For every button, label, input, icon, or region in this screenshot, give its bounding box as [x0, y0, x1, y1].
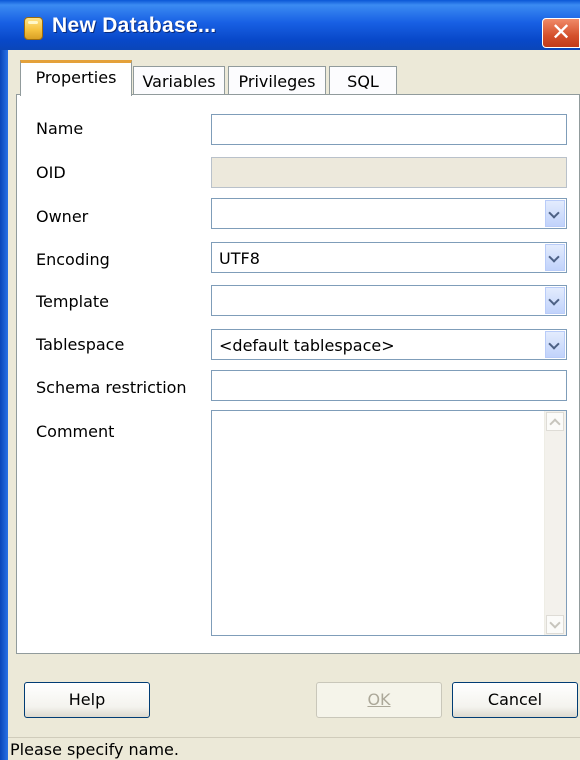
encoding-value: UTF8	[219, 249, 260, 268]
status-bar: Please specify name.	[8, 737, 580, 760]
tab-properties[interactable]: Properties	[20, 60, 132, 96]
tab-variables[interactable]: Variables	[133, 66, 225, 96]
schema-restriction-input[interactable]	[211, 370, 567, 401]
window-title: New Database...	[52, 14, 217, 37]
owner-select[interactable]	[211, 198, 567, 229]
database-icon	[24, 17, 43, 40]
template-select[interactable]	[211, 285, 567, 316]
close-button[interactable]: ✕	[542, 18, 580, 48]
new-database-dialog: New Database... ✕ Properties Variables P…	[0, 0, 580, 760]
cancel-button[interactable]: Cancel	[452, 682, 578, 718]
chevron-down-icon[interactable]	[545, 287, 565, 314]
ok-label: OK	[367, 690, 391, 709]
help-button[interactable]: Help	[24, 682, 150, 718]
ok-button[interactable]: OK	[316, 682, 442, 718]
close-icon: ✕	[551, 18, 572, 46]
window-frame-left	[0, 50, 8, 760]
chevron-down-icon[interactable]	[545, 244, 565, 271]
scroll-up-icon[interactable]	[546, 412, 564, 431]
name-input[interactable]	[211, 114, 567, 145]
title-bar[interactable]: New Database... ✕	[0, 0, 580, 50]
encoding-select[interactable]: UTF8	[211, 242, 567, 273]
comment-textarea[interactable]	[211, 410, 567, 636]
tablespace-select[interactable]: <default tablespace>	[211, 329, 567, 360]
tab-sql[interactable]: SQL	[329, 66, 397, 96]
tab-privileges[interactable]: Privileges	[228, 66, 326, 96]
cancel-label: Cancel	[487, 690, 543, 709]
chevron-down-icon[interactable]	[545, 200, 565, 227]
comment-scrollbar[interactable]	[544, 411, 566, 635]
scroll-down-icon[interactable]	[546, 615, 564, 634]
tablespace-value: <default tablespace>	[219, 336, 395, 355]
chevron-down-icon[interactable]	[545, 331, 565, 358]
